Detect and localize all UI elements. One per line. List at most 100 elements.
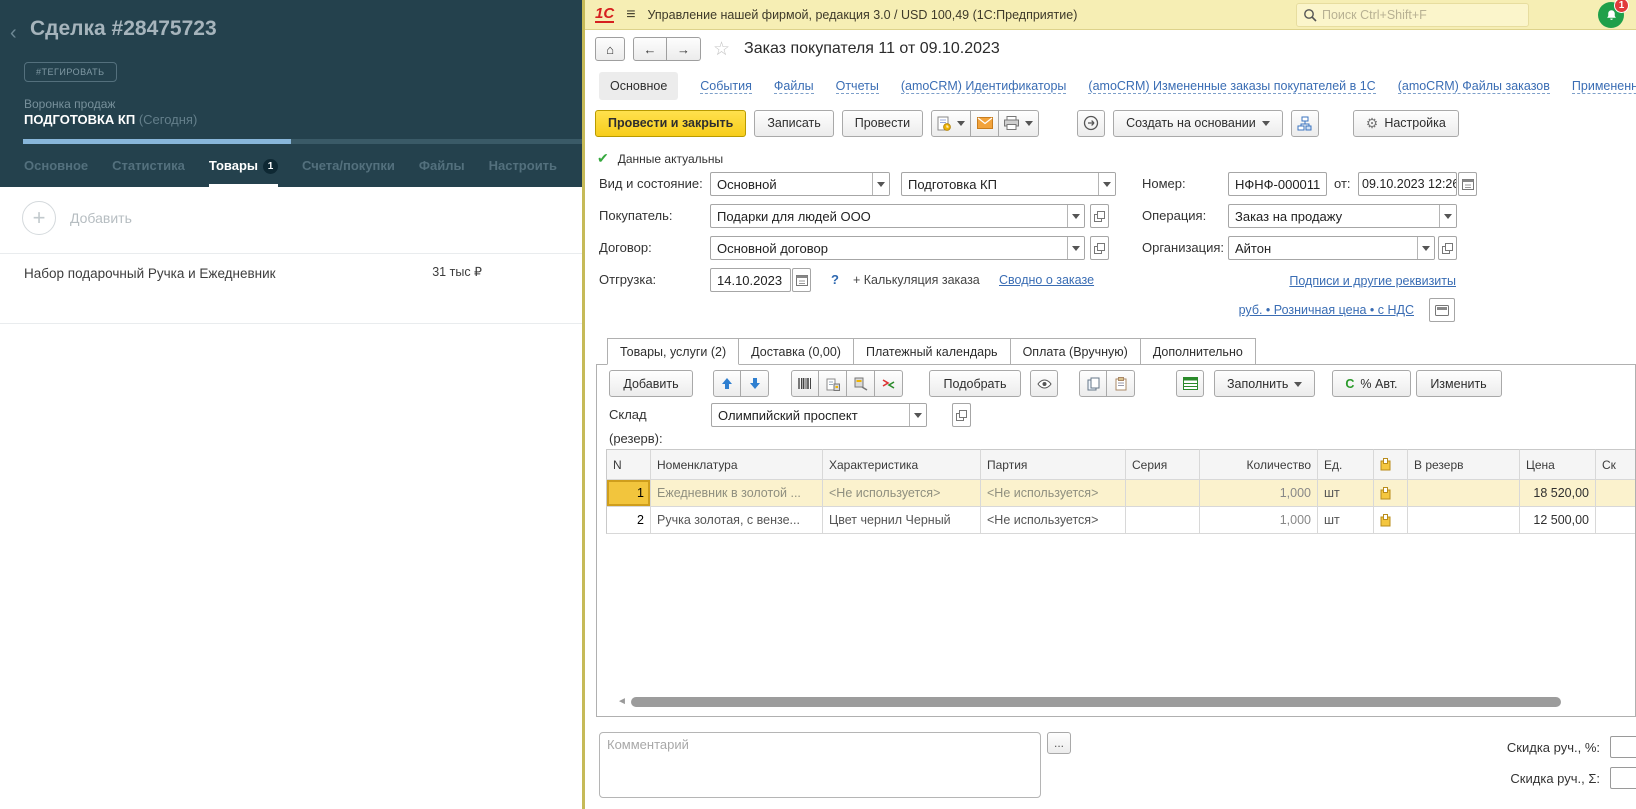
discount-sum-input[interactable] <box>1610 767 1636 789</box>
product-name[interactable]: Набор подарочный Ручка и Ежедневник <box>24 266 276 281</box>
email-button[interactable] <box>971 110 999 137</box>
structure-button[interactable] <box>1291 110 1319 137</box>
forward-button[interactable]: → <box>667 37 701 61</box>
cell-ed[interactable]: шт <box>1318 507 1374 534</box>
date-input[interactable]: 09.10.2023 12:26:19 <box>1358 172 1457 196</box>
edit-button[interactable]: Изменить <box>1416 370 1502 397</box>
view-button[interactable] <box>1030 370 1058 397</box>
cell-tsena[interactable]: 18 520,00 <box>1520 480 1596 507</box>
price-checker-button[interactable] <box>847 370 875 397</box>
cell-package[interactable] <box>1374 507 1408 534</box>
cell-skidka[interactable] <box>1596 507 1636 534</box>
pick-button[interactable]: Подобрать <box>929 370 1021 397</box>
back-icon[interactable]: ‹ <box>10 22 17 45</box>
page-tab-primenennye[interactable]: Примененны <box>1572 79 1636 94</box>
order-summary-link[interactable]: Сводно о заказе <box>999 273 1094 287</box>
chevron-down-icon[interactable] <box>1067 205 1084 227</box>
move-up-button[interactable] <box>713 370 741 397</box>
org-open-button[interactable] <box>1438 236 1457 260</box>
invoice-menu-button[interactable] <box>931 110 971 137</box>
posting-button[interactable] <box>1077 110 1105 137</box>
post-button[interactable]: Провести <box>842 110 923 137</box>
search-input[interactable] <box>1322 8 1502 22</box>
cell-seriya[interactable] <box>1126 480 1200 507</box>
cell-tsena[interactable]: 12 500,00 <box>1520 507 1596 534</box>
order-calculation-text[interactable]: + Калькуляция заказа <box>853 268 980 292</box>
global-search[interactable] <box>1296 3 1529 27</box>
warehouse-open-button[interactable] <box>952 403 971 427</box>
signatures-link[interactable]: Подписи и другие реквизиты <box>1289 274 1456 288</box>
col-tsena[interactable]: Цена <box>1520 449 1596 480</box>
page-tab-amocrm-izmenennye[interactable]: (amoCRM) Измененные заказы покупателей в… <box>1088 79 1375 94</box>
cell-kolichestvo[interactable]: 1,000 <box>1200 480 1318 507</box>
cell-partiya[interactable]: <Не используется> <box>981 507 1126 534</box>
compare-button[interactable] <box>875 370 903 397</box>
tab-scheta-pokupki[interactable]: Счета/покупки <box>302 158 395 187</box>
cell-v-rezerv[interactable] <box>1408 507 1520 534</box>
page-tab-sobytiya[interactable]: События <box>700 79 752 94</box>
post-and-close-button[interactable]: Провести и закрыть <box>595 110 746 137</box>
tab-osnovnoe[interactable]: Основное <box>24 158 88 187</box>
cell-skidka[interactable] <box>1596 480 1636 507</box>
col-partiya[interactable]: Партия <box>981 449 1126 480</box>
cell-seriya[interactable] <box>1126 507 1200 534</box>
col-ed[interactable]: Ед. <box>1318 449 1374 480</box>
table-tab-oplata[interactable]: Оплата (Вручную) <box>1011 338 1141 365</box>
fill-table-button[interactable] <box>1176 370 1204 397</box>
write-button[interactable]: Записать <box>754 110 833 137</box>
page-tab-amocrm-fayly-zakazov[interactable]: (amoCRM) Файлы заказов <box>1398 79 1550 94</box>
calendar-button[interactable] <box>1458 172 1477 196</box>
notifications-button[interactable]: 1 <box>1598 2 1624 28</box>
price-settings-button[interactable] <box>1429 298 1455 322</box>
page-tab-fayly[interactable]: Файлы <box>774 79 814 94</box>
comment-expand-button[interactable]: ... <box>1047 732 1071 754</box>
auto-discount-button[interactable]: C % Авт. <box>1332 370 1410 397</box>
state-combo[interactable]: Подготовка КП <box>901 172 1116 196</box>
scan-document-button[interactable] <box>819 370 847 397</box>
move-down-button[interactable] <box>741 370 769 397</box>
chevron-down-icon[interactable] <box>1098 173 1115 195</box>
create-on-basis-button[interactable]: Создать на основании <box>1113 110 1283 137</box>
cell-kolichestvo[interactable]: 1,000 <box>1200 507 1318 534</box>
chevron-down-icon[interactable] <box>909 404 926 426</box>
tag-button[interactable]: #ТЕГИРОВАТЬ <box>24 62 117 82</box>
settings-button[interactable]: ⚙ Настройка <box>1353 110 1459 137</box>
number-input[interactable]: НФНФ-000011 <box>1228 172 1327 196</box>
scroll-left-icon[interactable]: ◄ <box>617 696 627 707</box>
col-n[interactable]: N <box>606 449 651 480</box>
table-tab-dopolnitelno[interactable]: Дополнительно <box>1141 338 1256 365</box>
col-v-rezerv[interactable]: В резерв <box>1408 449 1520 480</box>
cell-kharakteristika[interactable]: <Не используется> <box>823 480 981 507</box>
warehouse-combo[interactable]: Олимпийский проспект <box>711 403 927 427</box>
buyer-open-button[interactable] <box>1090 204 1109 228</box>
tab-fayly[interactable]: Файлы <box>419 158 465 187</box>
chevron-down-icon[interactable] <box>1439 205 1456 227</box>
back-button[interactable]: ← <box>633 37 667 61</box>
chevron-down-icon[interactable] <box>1417 237 1434 259</box>
kind-combo[interactable]: Основной <box>710 172 890 196</box>
barcode-button[interactable] <box>791 370 819 397</box>
cell-v-rezerv[interactable] <box>1408 480 1520 507</box>
copy-button[interactable] <box>1079 370 1107 397</box>
table-tab-kalendar[interactable]: Платежный календарь <box>854 338 1011 365</box>
cell-package[interactable] <box>1374 480 1408 507</box>
contract-combo[interactable]: Основной договор <box>710 236 1085 260</box>
table-tab-dostavka[interactable]: Доставка (0,00) <box>739 338 854 365</box>
row-number[interactable]: 2 <box>606 507 651 534</box>
contract-open-button[interactable] <box>1090 236 1109 260</box>
cell-kharakteristika[interactable]: Цвет чернил Черный <box>823 507 981 534</box>
paste-button[interactable] <box>1107 370 1135 397</box>
page-tab-osnovnoe[interactable]: Основное <box>599 72 678 100</box>
page-tab-amocrm-identifikatory[interactable]: (amoCRM) Идентификаторы <box>901 79 1067 94</box>
currency-price-link[interactable]: руб. • Розничная цена • с НДС <box>1239 303 1414 317</box>
add-product-button[interactable]: + Добавить <box>22 201 132 235</box>
cell-nomenklatura[interactable]: Ручка золотая, с вензе... <box>651 507 823 534</box>
tab-tovary[interactable]: Товары1 <box>209 158 278 187</box>
col-seriya[interactable]: Серия <box>1126 449 1200 480</box>
chevron-down-icon[interactable] <box>872 173 889 195</box>
main-menu-icon[interactable]: ≡ <box>626 6 635 24</box>
print-menu-button[interactable] <box>999 110 1039 137</box>
table-tab-tovary[interactable]: Товары, услуги (2) <box>607 338 739 365</box>
col-skidka[interactable]: Ск <box>1596 449 1636 480</box>
col-kharakteristika[interactable]: Характеристика <box>823 449 981 480</box>
